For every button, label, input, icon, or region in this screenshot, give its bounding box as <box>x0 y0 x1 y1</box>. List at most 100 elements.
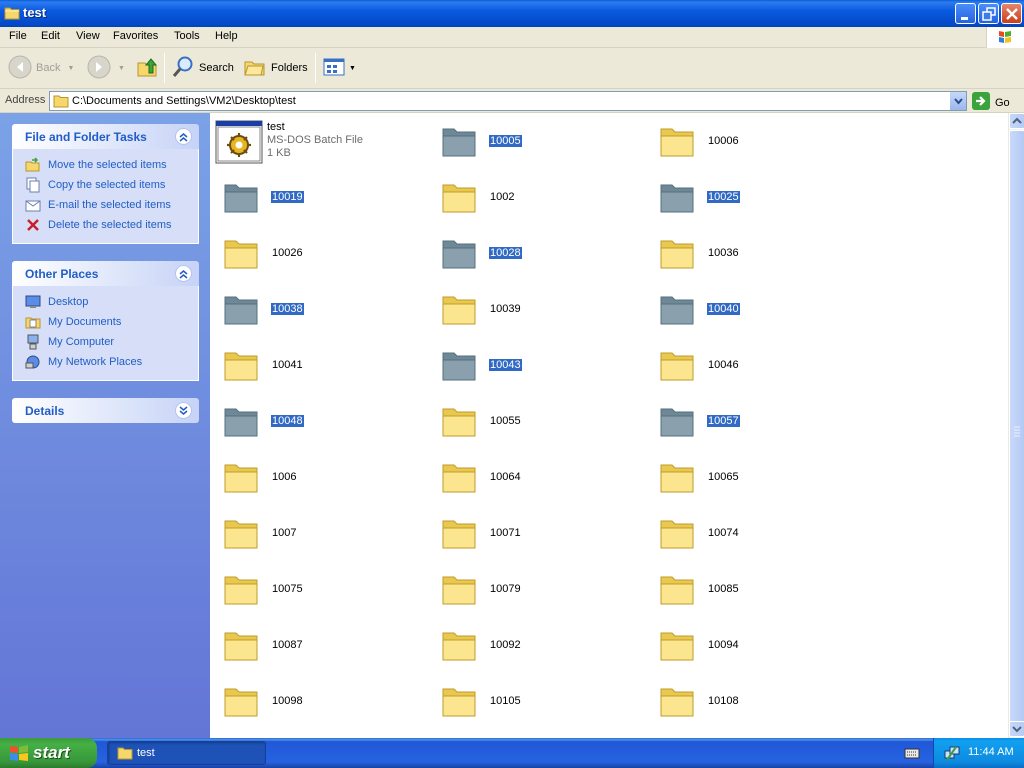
forward-dropdown-icon[interactable]: ▼ <box>118 65 125 72</box>
folder-icon <box>658 626 696 667</box>
file-folder-tasks-header[interactable]: File and Folder Tasks <box>12 124 199 149</box>
folder-item[interactable]: 10025 <box>650 174 860 224</box>
restore-button[interactable] <box>978 3 999 24</box>
expand-chevron-icon[interactable] <box>175 402 192 419</box>
scroll-up-button[interactable] <box>1009 113 1024 129</box>
folder-item[interactable]: 10036 <box>650 230 860 280</box>
network-tray-icon[interactable] <box>944 745 960 764</box>
details-panel: Details <box>12 398 199 423</box>
folder-item[interactable]: 10040 <box>650 286 860 336</box>
folder-name: 10075 <box>272 583 303 595</box>
folder-item[interactable]: 10071 <box>432 510 642 560</box>
folder-item[interactable]: 10087 <box>214 622 424 672</box>
folder-icon <box>222 570 260 611</box>
place-desktop[interactable]: Desktop <box>25 292 198 312</box>
my-documents-icon <box>25 314 41 330</box>
task-move-selected[interactable]: Move the selected items <box>25 155 198 175</box>
close-button[interactable] <box>1001 3 1022 24</box>
folder-item[interactable]: 10043 <box>432 342 642 392</box>
folder-item[interactable]: 10092 <box>432 622 642 672</box>
folder-item[interactable]: 10079 <box>432 566 642 616</box>
folder-item[interactable]: 10048 <box>214 398 424 448</box>
folder-item[interactable]: 10019 <box>214 174 424 224</box>
search-label: Search <box>199 62 234 74</box>
batch-file-name: test <box>267 121 285 133</box>
up-folder-icon <box>135 55 159 82</box>
panel-title: File and Folder Tasks <box>25 130 147 144</box>
place-my-documents[interactable]: My Documents <box>25 312 198 332</box>
scroll-down-button[interactable] <box>1009 721 1024 737</box>
task-copy-selected[interactable]: Copy the selected items <box>25 175 198 195</box>
batch-file-type: MS-DOS Batch File <box>267 134 363 146</box>
folder-item[interactable]: 1002 <box>432 174 642 224</box>
collapse-chevron-icon[interactable] <box>175 128 192 145</box>
back-dropdown-icon[interactable]: ▼ <box>67 65 74 72</box>
folder-item[interactable]: 10028 <box>432 230 642 280</box>
folder-item[interactable]: 10055 <box>432 398 642 448</box>
file-list-view[interactable]: test MS-DOS Batch File 1 KB 10005 10006 10… <box>210 113 1008 738</box>
taskbar-item-label: test <box>137 747 155 759</box>
go-button[interactable]: Go <box>972 92 1010 113</box>
place-my-computer[interactable]: My Computer <box>25 332 198 352</box>
folders-button[interactable]: Folders <box>243 55 308 81</box>
folder-item[interactable]: 10006 <box>650 118 860 168</box>
menu-help[interactable]: Help <box>215 30 238 42</box>
folder-item[interactable]: 10039 <box>432 286 642 336</box>
details-header[interactable]: Details <box>12 398 199 423</box>
folder-name: 10048 <box>270 414 305 428</box>
up-folder-button[interactable] <box>135 55 159 81</box>
folder-item[interactable]: 10075 <box>214 566 424 616</box>
folder-item[interactable]: 10041 <box>214 342 424 392</box>
folder-item[interactable]: 10085 <box>650 566 860 616</box>
menu-favorites[interactable]: Favorites <box>113 30 158 42</box>
back-button[interactable]: Back ▼ <box>8 55 74 81</box>
folder-item[interactable]: 1006 <box>214 454 424 504</box>
folder-name: 10092 <box>490 639 521 651</box>
folder-item[interactable]: 10105 <box>432 678 642 728</box>
menu-file[interactable]: File <box>9 30 27 42</box>
address-dropdown-button[interactable] <box>949 92 966 110</box>
vertical-scrollbar[interactable] <box>1008 113 1024 738</box>
task-email-selected[interactable]: E-mail the selected items <box>25 195 198 215</box>
folder-item[interactable]: 10026 <box>214 230 424 280</box>
address-path: C:\Documents and Settings\VM2\Desktop\te… <box>72 95 296 107</box>
folder-item[interactable]: 10065 <box>650 454 860 504</box>
search-button[interactable]: Search <box>171 55 234 81</box>
folder-item[interactable]: 10094 <box>650 622 860 672</box>
go-label: Go <box>995 96 1010 109</box>
minimize-button[interactable] <box>955 3 976 24</box>
taskbar-item-test[interactable]: test <box>107 741 266 765</box>
folder-item[interactable]: 10074 <box>650 510 860 560</box>
folder-name: 10064 <box>490 471 521 483</box>
batch-file-item[interactable]: test MS-DOS Batch File 1 KB <box>214 118 424 168</box>
folder-item[interactable]: 10108 <box>650 678 860 728</box>
folder-name: 10105 <box>490 695 521 707</box>
folder-item[interactable]: 10046 <box>650 342 860 392</box>
menu-edit[interactable]: Edit <box>41 30 60 42</box>
menu-view[interactable]: View <box>76 30 100 42</box>
scroll-thumb[interactable] <box>1009 130 1024 733</box>
title-bar[interactable]: test <box>0 0 1024 27</box>
folder-item[interactable]: 10038 <box>214 286 424 336</box>
task-delete-selected[interactable]: Delete the selected items <box>25 215 198 235</box>
forward-button[interactable]: ▼ <box>87 55 125 81</box>
other-places-header[interactable]: Other Places <box>12 261 199 286</box>
folder-item[interactable]: 10064 <box>432 454 642 504</box>
views-button[interactable]: ▼ <box>322 55 356 81</box>
folder-item[interactable]: 10057 <box>650 398 860 448</box>
address-input[interactable]: C:\Documents and Settings\VM2\Desktop\te… <box>49 91 967 111</box>
folder-item[interactable]: 1007 <box>214 510 424 560</box>
email-icon <box>25 197 41 213</box>
menu-bar: File Edit View Favorites Tools Help <box>0 27 1024 48</box>
folder-item[interactable]: 10005 <box>432 118 642 168</box>
delete-x-icon <box>25 217 41 233</box>
collapse-chevron-icon[interactable] <box>175 265 192 282</box>
address-label: Address <box>5 94 46 106</box>
keyboard-icon[interactable] <box>904 746 920 763</box>
folder-icon <box>440 458 478 499</box>
place-my-network-places[interactable]: My Network Places <box>25 352 198 372</box>
start-button[interactable]: start <box>0 738 97 768</box>
folder-item[interactable]: 10098 <box>214 678 424 728</box>
menu-tools[interactable]: Tools <box>174 30 200 42</box>
folder-name: 10036 <box>708 247 739 259</box>
